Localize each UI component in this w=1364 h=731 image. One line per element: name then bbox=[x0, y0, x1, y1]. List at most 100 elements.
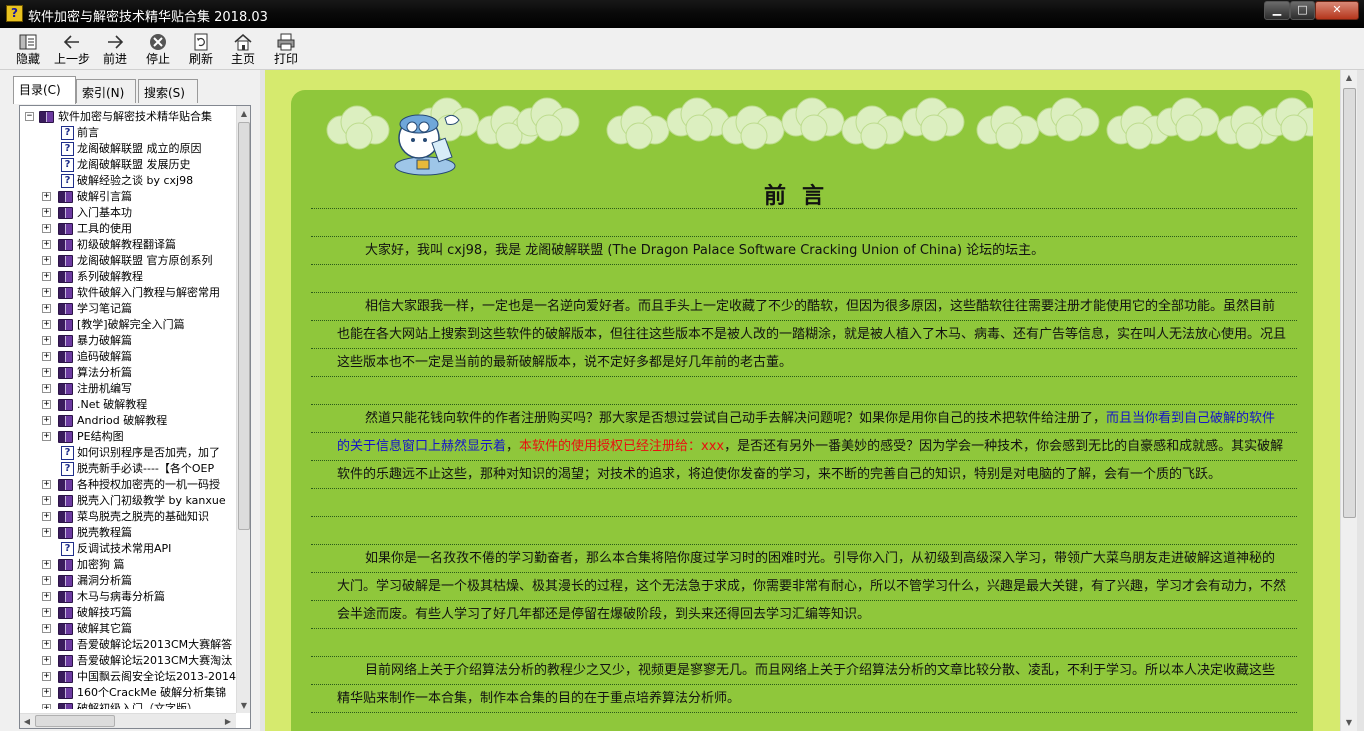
tree-item[interactable]: + 吾爱破解论坛2013CM大赛解答 bbox=[20, 637, 236, 653]
tree-horizontal-scrollbar[interactable]: ◀ ▶ bbox=[20, 713, 236, 728]
tree-item[interactable]: + 破解其它篇 bbox=[20, 621, 236, 637]
expand-icon[interactable]: + bbox=[42, 512, 51, 521]
expand-icon[interactable]: + bbox=[42, 432, 51, 441]
expand-icon[interactable]: + bbox=[42, 336, 51, 345]
stop-button[interactable]: 停止 bbox=[138, 31, 178, 69]
expand-icon[interactable]: + bbox=[42, 240, 51, 249]
tree-item[interactable]: + 破解初级入门（文字版） bbox=[20, 701, 236, 709]
expand-icon[interactable]: + bbox=[42, 272, 51, 281]
tab-index[interactable]: 索引(N) bbox=[76, 79, 136, 103]
expand-icon[interactable]: + bbox=[42, 576, 51, 585]
tree-item[interactable]: + 系列破解教程 bbox=[20, 269, 236, 285]
refresh-button[interactable]: 刷新 bbox=[181, 31, 221, 69]
tree-item[interactable]: ? 反调试技术常用API bbox=[20, 541, 236, 557]
scroll-right-arrow-icon[interactable]: ▶ bbox=[221, 714, 235, 728]
tree-item[interactable]: ? 如何识别程序是否加壳，加了 bbox=[20, 445, 236, 461]
tree-item[interactable]: + 破解引言篇 bbox=[20, 189, 236, 205]
tree-item[interactable]: ? 龙阁破解联盟 成立的原因 bbox=[20, 141, 236, 157]
expand-icon[interactable]: + bbox=[42, 496, 51, 505]
expand-icon[interactable]: + bbox=[42, 352, 51, 361]
tab-contents[interactable]: 目录(C) bbox=[13, 76, 76, 104]
expand-icon[interactable]: + bbox=[42, 592, 51, 601]
expand-icon[interactable]: + bbox=[42, 304, 51, 313]
book-icon bbox=[58, 223, 73, 235]
tree-item[interactable]: + 初级破解教程翻译篇 bbox=[20, 237, 236, 253]
tree-item[interactable]: + 脱壳入门初级教学 by kanxue bbox=[20, 493, 236, 509]
expand-icon[interactable]: + bbox=[42, 288, 51, 297]
tree-item[interactable]: ? 脱壳新手必读----【各个OEP bbox=[20, 461, 236, 477]
expand-icon[interactable]: + bbox=[42, 368, 51, 377]
tree-item[interactable]: + 菜鸟脱壳之脱壳的基础知识 bbox=[20, 509, 236, 525]
close-button[interactable]: ✕ bbox=[1315, 1, 1359, 20]
tree-item[interactable]: + 木马与病毒分析篇 bbox=[20, 589, 236, 605]
scroll-up-arrow-icon[interactable]: ▲ bbox=[1342, 70, 1356, 85]
divider bbox=[311, 264, 1297, 265]
collapse-icon[interactable]: − bbox=[25, 112, 34, 121]
print-button[interactable]: 打印 bbox=[266, 31, 306, 69]
maximize-button[interactable]: □ bbox=[1290, 1, 1315, 20]
scroll-down-arrow-icon[interactable]: ▼ bbox=[237, 698, 250, 713]
expand-icon[interactable]: + bbox=[42, 688, 51, 697]
tree-item[interactable]: + 入门基本功 bbox=[20, 205, 236, 221]
tree-item[interactable]: +160个CrackMe 破解分析集锦 bbox=[20, 685, 236, 701]
tree-item[interactable]: ? 破解经验之谈 by cxj98 bbox=[20, 173, 236, 189]
tree-item[interactable]: − 软件加密与解密技术精华贴合集 bbox=[20, 109, 236, 125]
tree-item[interactable]: + 学习笔记篇 bbox=[20, 301, 236, 317]
tree-item-label: 工具的使用 bbox=[77, 222, 132, 235]
expand-icon[interactable]: + bbox=[42, 528, 51, 537]
expand-icon[interactable]: + bbox=[42, 608, 51, 617]
hide-button[interactable]: 隐藏 bbox=[8, 31, 48, 69]
tree-item[interactable]: + [教学]破解完全入门篇 bbox=[20, 317, 236, 333]
tab-search[interactable]: 搜索(S) bbox=[138, 79, 198, 103]
back-button[interactable]: 上一步 bbox=[52, 31, 92, 69]
tree-item[interactable]: + 脱壳教程篇 bbox=[20, 525, 236, 541]
book-icon bbox=[58, 351, 73, 363]
tree-item[interactable]: + Andriod 破解教程 bbox=[20, 413, 236, 429]
expand-icon[interactable]: + bbox=[42, 400, 51, 409]
scroll-up-arrow-icon[interactable]: ▲ bbox=[237, 106, 250, 121]
expand-icon[interactable]: + bbox=[42, 416, 51, 425]
tree-item[interactable]: + PE结构图 bbox=[20, 429, 236, 445]
tree-item[interactable]: + 追码破解篇 bbox=[20, 349, 236, 365]
expand-icon[interactable]: + bbox=[42, 624, 51, 633]
scroll-down-arrow-icon[interactable]: ▼ bbox=[1342, 715, 1356, 730]
tree-item[interactable]: + 龙阁破解联盟 官方原创系列 bbox=[20, 253, 236, 269]
tree-scroll-thumb[interactable] bbox=[238, 122, 250, 530]
content-vertical-scrollbar[interactable]: ▲ ▼ bbox=[1340, 70, 1357, 731]
scroll-left-arrow-icon[interactable]: ◀ bbox=[20, 714, 34, 728]
expand-icon[interactable]: + bbox=[42, 192, 51, 201]
expand-icon[interactable]: + bbox=[42, 480, 51, 489]
tree-item[interactable]: + 注册机编写 bbox=[20, 381, 236, 397]
tree-item[interactable]: + 漏洞分析篇 bbox=[20, 573, 236, 589]
tree-item[interactable]: + 中国飘云阁安全论坛2013-2014 bbox=[20, 669, 236, 685]
tree-item[interactable]: + 暴力破解篇 bbox=[20, 333, 236, 349]
expand-icon[interactable]: + bbox=[42, 384, 51, 393]
tree-item[interactable]: + 吾爱破解论坛2013CM大赛淘汰 bbox=[20, 653, 236, 669]
expand-icon[interactable]: + bbox=[42, 224, 51, 233]
tree-item[interactable]: + 算法分析篇 bbox=[20, 365, 236, 381]
tree-item[interactable]: + .Net 破解教程 bbox=[20, 397, 236, 413]
paragraph-3-comma: ， bbox=[506, 439, 520, 454]
expand-icon[interactable]: + bbox=[42, 672, 51, 681]
expand-icon[interactable]: + bbox=[42, 256, 51, 265]
home-button[interactable]: 主页 bbox=[223, 31, 263, 69]
tree-item[interactable]: + 软件破解入门教程与解密常用 bbox=[20, 285, 236, 301]
tree-item[interactable]: + 加密狗 篇 bbox=[20, 557, 236, 573]
expand-icon[interactable]: + bbox=[42, 656, 51, 665]
expand-icon[interactable]: + bbox=[42, 704, 51, 709]
tree-item[interactable]: ? 前言 bbox=[20, 125, 236, 141]
expand-icon[interactable]: + bbox=[42, 320, 51, 329]
expand-icon[interactable]: + bbox=[42, 560, 51, 569]
tree-item[interactable]: + 破解技巧篇 bbox=[20, 605, 236, 621]
forward-button[interactable]: 前进 bbox=[95, 31, 135, 69]
minimize-button[interactable]: ▁ bbox=[1264, 1, 1290, 20]
tree-item[interactable]: ? 龙阁破解联盟 发展历史 bbox=[20, 157, 236, 173]
expand-icon[interactable]: + bbox=[42, 208, 51, 217]
content-scroll-thumb[interactable] bbox=[1343, 88, 1356, 518]
tree-vertical-scrollbar[interactable]: ▲ ▼ bbox=[236, 106, 250, 713]
tree-hscroll-thumb[interactable] bbox=[35, 715, 115, 727]
tree-item[interactable]: + 各种授权加密壳的一机一码授 bbox=[20, 477, 236, 493]
expand-icon[interactable]: + bbox=[42, 640, 51, 649]
contents-tree: − 软件加密与解密技术精华贴合集? 前言? 龙阁破解联盟 成立的原因? 龙阁破解联盟 发… bbox=[19, 105, 251, 729]
tree-item[interactable]: + 工具的使用 bbox=[20, 221, 236, 237]
